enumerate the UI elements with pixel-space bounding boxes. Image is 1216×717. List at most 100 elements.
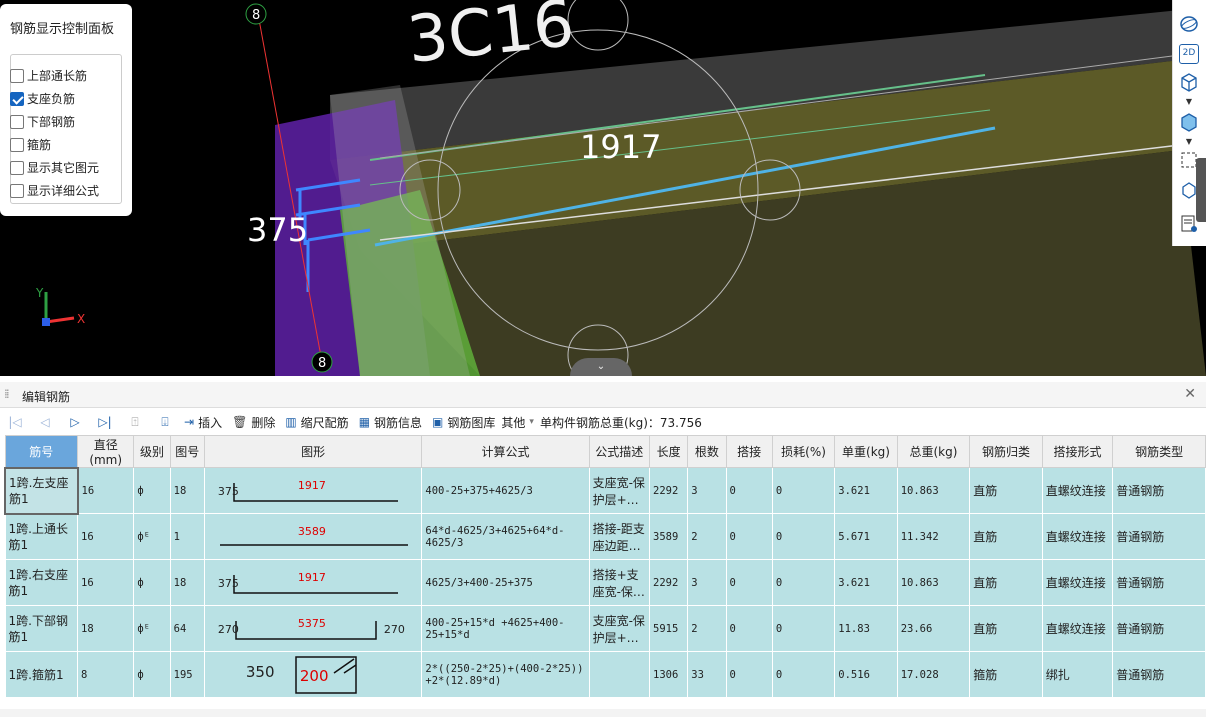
cell-desc[interactable]: 支座宽-保护层+… [588,467,651,514]
cell-loss[interactable]: 0 [771,651,836,698]
cell-desc[interactable]: 支座宽-保护层+… [588,605,651,652]
last-record-icon[interactable]: ▷| [90,415,120,429]
cell-unit[interactable]: 11.83 [834,605,898,652]
table-row[interactable]: 1跨.箍筋1 8 ф 195 350 200 2*((250-2*25)+(400-2*25… [4,651,1206,698]
option-show-other-elements[interactable]: 显示其它图元 [10,159,99,176]
cell-formula[interactable]: 64*d-4625/3+4625+64*d-4625/3 [421,513,590,560]
cell-count[interactable]: 33 [687,651,727,698]
cell-desc[interactable] [588,651,651,698]
cell-len[interactable]: 2292 [648,467,689,514]
chevron-down-icon[interactable]: ▼ [1179,92,1199,112]
cell-fig[interactable]: 18 [169,559,205,606]
cell-lap_form[interactable]: 直螺纹连接 [1041,605,1114,652]
cell-loss[interactable]: 0 [771,513,836,560]
checkbox[interactable] [10,137,24,152]
prev-record-icon[interactable]: ◁ [30,415,60,429]
other-dropdown[interactable]: 其他 ▾ [501,414,534,431]
cell-type[interactable]: 普通钢筋 [1112,467,1206,514]
cube-filled-icon[interactable] [1179,112,1199,132]
cell-total[interactable]: 10.863 [896,467,971,514]
cell-name[interactable]: 1跨.下部钢筋1 [4,605,78,652]
sphere-view-icon[interactable] [1179,14,1199,34]
cell-dia[interactable]: 18 [76,605,135,652]
cell-cat[interactable]: 直筋 [969,605,1043,652]
cell-formula[interactable]: 400-25+15*d +4625+400-25+15*d [421,605,590,652]
col-header[interactable]: 直径(mm) [76,435,135,468]
cell-lap_form[interactable]: 绑扎 [1041,651,1114,698]
shape-cell[interactable]: 350 200 [203,651,423,698]
cell-type[interactable]: 普通钢筋 [1112,651,1206,698]
cell-len[interactable]: 2292 [648,559,689,606]
checkbox[interactable] [10,114,24,129]
cell-lap_form[interactable]: 直螺纹连接 [1041,559,1114,606]
cell-loss[interactable]: 0 [771,605,836,652]
insert-button[interactable]: ⇥ 插入 [180,414,222,431]
table-row[interactable]: 1跨.上通长筋1 16 фᴱ 1 3589 64*d-4625/3+4625+64*d-4… [4,513,1206,560]
cell-type[interactable]: 普通钢筋 [1112,605,1206,652]
move-down-icon[interactable]: ⍗ [150,415,180,430]
cell-grade[interactable]: ф [133,559,171,606]
option-show-detailed-formula[interactable]: 显示详细公式 [10,182,99,199]
cell-lap[interactable]: 0 [725,605,773,652]
checkbox-checked[interactable] [10,91,24,106]
3d-viewport[interactable]: 8 8 3C16 1917 375 Y X 钢筋显示控制面板 上部通长筋 支座负… [0,0,1206,376]
cell-name[interactable]: 1跨.右支座筋1 [4,559,78,606]
col-header[interactable]: 根数 [687,435,727,468]
rebar-info-button[interactable]: ▦ 钢筋信息 [355,414,422,431]
cell-name[interactable]: 1跨.箍筋1 [4,651,78,698]
2d-view-icon[interactable]: 2D [1179,44,1199,64]
cell-lap[interactable]: 0 [725,513,773,560]
scale-rebar-button[interactable]: ▥ 缩尺配筋 [281,414,348,431]
checkbox[interactable] [10,160,24,175]
cell-loss[interactable]: 0 [771,559,836,606]
col-header[interactable]: 图号 [169,435,205,468]
cell-fig[interactable]: 18 [169,467,205,514]
table-row[interactable]: 1跨.左支座筋1 16 ф 18 375 1917 400-25+375+4625/3 支座宽… [4,466,1206,515]
checkbox[interactable] [10,183,24,198]
cell-len[interactable]: 3589 [648,513,689,560]
cell-len[interactable]: 1306 [648,651,689,698]
cell-grade[interactable]: фᴱ [133,605,171,652]
shape-cell[interactable]: 3589 [203,513,423,560]
table-row[interactable]: 1跨.下部钢筋1 18 фᴱ 64 270 5375 270 400-25+15*d +462… [4,605,1206,652]
next-record-icon[interactable]: ▷ [60,415,90,429]
col-header[interactable]: 搭接形式 [1041,435,1114,468]
option-top-through-rebar[interactable]: 上部通长筋 [10,67,87,84]
cell-unit[interactable]: 3.621 [834,559,898,606]
cell-len[interactable]: 5915 [648,605,689,652]
delete-button[interactable]: 🗑 删除 [228,414,275,431]
cell-total[interactable]: 11.342 [896,513,971,560]
col-header[interactable]: 损耗(%) [771,435,836,468]
cell-formula[interactable]: 4625/3+400-25+375 [421,559,590,606]
drag-handle-icon[interactable]: ⁞⁞ [4,387,9,401]
cell-total[interactable]: 17.028 [896,651,971,698]
shape-cell[interactable]: 375 1917 [203,467,423,514]
cell-desc[interactable]: 搭接+支座宽-保… [588,559,651,606]
cell-name[interactable]: 1跨.左支座筋1 [4,466,79,515]
cell-formula[interactable]: 2*((250-2*25)+(400-2*25)) +2*(12.89*d) [421,651,590,698]
collapse-viewport-button[interactable]: ⌄ [570,358,632,376]
cell-lap_form[interactable]: 直螺纹连接 [1041,467,1114,514]
cell-loss[interactable]: 0 [771,467,836,514]
checkbox[interactable] [10,68,24,83]
first-record-icon[interactable]: |◁ [0,415,30,429]
option-bottom-rebar[interactable]: 下部钢筋 [10,113,75,130]
cell-fig[interactable]: 64 [169,605,205,652]
col-header[interactable]: 总重(kg) [896,435,971,468]
cell-fig[interactable]: 195 [169,651,205,698]
cell-dia[interactable]: 16 [76,559,135,606]
option-stirrup[interactable]: 箍筋 [10,136,51,153]
move-up-icon[interactable]: ⍐ [120,415,150,430]
cube-view-icon[interactable] [1179,72,1199,92]
col-header[interactable]: 公式描述 [588,435,651,468]
shape-cell[interactable]: 375 1917 [203,559,423,606]
shape-cell[interactable]: 270 5375 270 [203,605,423,652]
cell-dia[interactable]: 8 [76,651,135,698]
cell-grade[interactable]: фᴱ [133,513,171,560]
cell-count[interactable]: 2 [687,605,727,652]
cell-cat[interactable]: 直筋 [969,467,1043,514]
cell-cat[interactable]: 直筋 [969,559,1043,606]
cell-count[interactable]: 3 [687,559,727,606]
col-header[interactable]: 级别 [133,435,171,468]
cell-total[interactable]: 10.863 [896,559,971,606]
